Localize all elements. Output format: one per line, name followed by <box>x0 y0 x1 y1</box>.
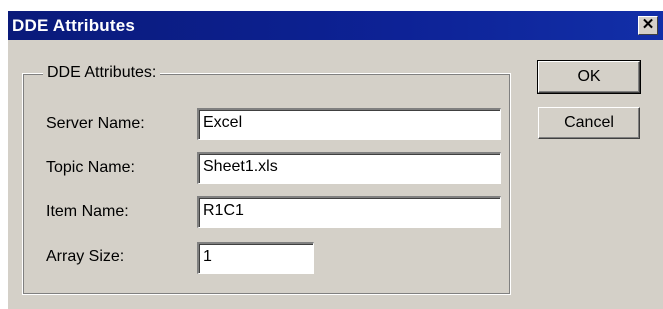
close-button[interactable]: ✕ <box>638 16 658 35</box>
array-size-label: Array Size: <box>46 248 125 265</box>
cancel-button[interactable]: Cancel <box>538 107 640 139</box>
server-name-label: Server Name: <box>46 115 145 132</box>
topic-name-label: Topic Name: <box>46 159 135 176</box>
topic-name-input[interactable]: Sheet1.xls <box>197 152 501 184</box>
close-icon: ✕ <box>641 16 655 33</box>
ok-button[interactable]: OK <box>537 60 641 94</box>
server-name-input[interactable]: Excel <box>197 108 501 140</box>
array-size-input[interactable]: 1 <box>197 242 314 274</box>
group-label: DDE Attributes: <box>43 63 161 83</box>
item-name-input[interactable]: R1C1 <box>197 196 501 228</box>
window-title: DDE Attributes <box>12 16 136 35</box>
title-bar[interactable]: DDE Attributes ✕ <box>8 11 663 40</box>
item-name-label: Item Name: <box>46 203 129 220</box>
dde-attributes-dialog: DDE Attributes ✕ DDE Attributes: Server … <box>8 11 663 309</box>
